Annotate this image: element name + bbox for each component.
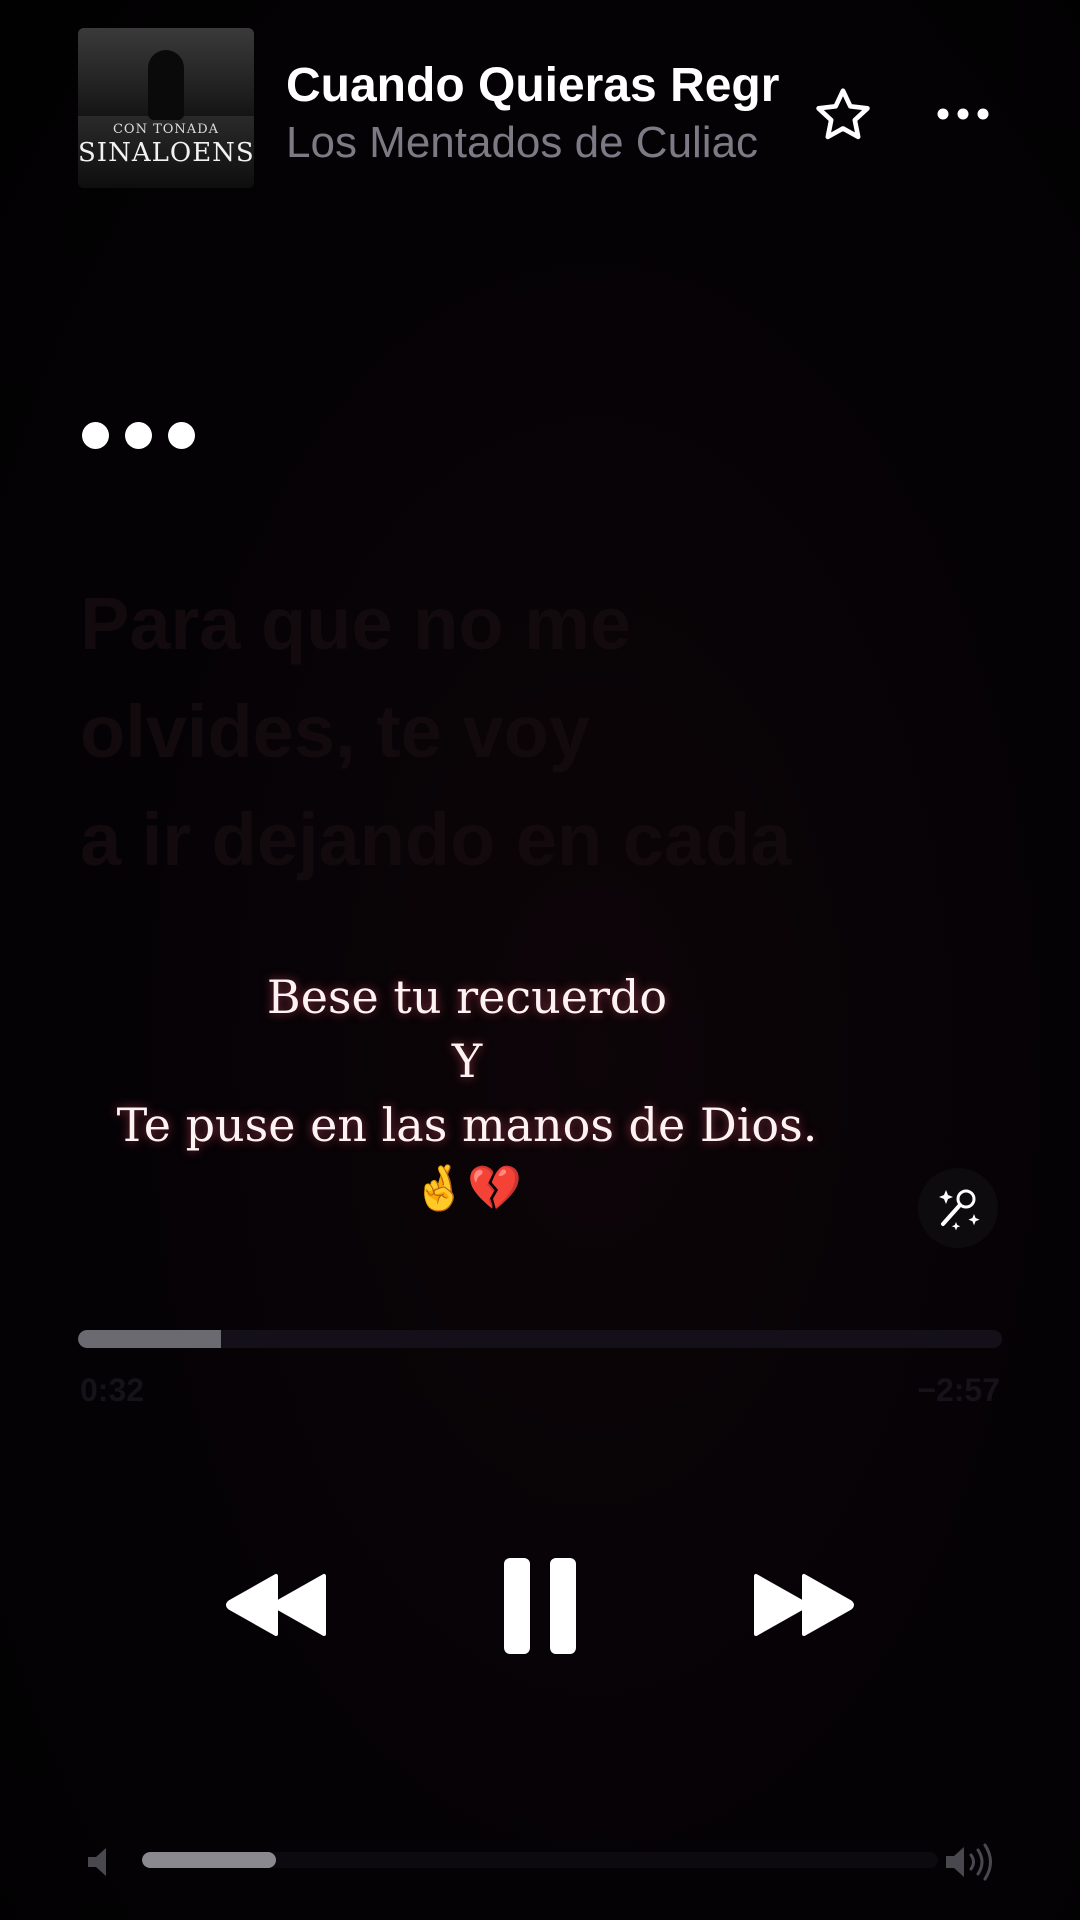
volume-fill [142, 1852, 276, 1868]
remaining-time: −2:57 [917, 1372, 1000, 1408]
rewind-icon [226, 1574, 326, 1636]
caption-line: Bese tu recuerdo [266, 970, 668, 1024]
waiting-dot [168, 422, 195, 449]
star-icon [816, 88, 870, 140]
pause-icon [504, 1558, 576, 1654]
lyric-line[interactable]: olvides, te voy [80, 678, 980, 786]
song-title[interactable]: Cuando Quieras Regr [286, 58, 786, 113]
caption-overlay: Bese tu recuerdo Y Te puse en las manos … [0, 965, 934, 1221]
favorite-button[interactable] [812, 84, 874, 146]
playback-progress-fill [78, 1330, 222, 1348]
waiting-dot [82, 422, 109, 449]
playback-scrubber[interactable] [78, 1330, 1002, 1348]
upcoming-lyrics[interactable]: Para que no me olvides, te voy a ir deja… [80, 570, 980, 894]
sparkle-microphone-icon [939, 1189, 980, 1231]
volume-low-indicator [84, 1844, 120, 1880]
volume-high-indicator [944, 1840, 1000, 1884]
volume-slider[interactable] [142, 1852, 938, 1868]
caption-line: Te puse en las manos de Dios. [116, 1098, 818, 1152]
speaker-high-icon [946, 1843, 992, 1881]
now-playing-screen: CON TONADA SINALOENSE Cuando Quieras Reg… [0, 0, 1080, 1920]
waiting-dot [125, 422, 152, 449]
artwork-figure [148, 50, 184, 120]
fast-forward-icon [754, 1574, 854, 1636]
lyrics-sing-button[interactable] [918, 1168, 998, 1248]
lyric-line[interactable]: Para que no me [80, 570, 980, 678]
speaker-low-icon [88, 1848, 106, 1876]
lyrics-waiting-dots [82, 422, 212, 452]
ellipsis-icon [937, 108, 989, 120]
caption-line: Y [451, 1034, 483, 1088]
pause-button[interactable] [500, 1556, 580, 1656]
artwork-text-top: CON TONADA [112, 122, 219, 137]
artwork-text-main: SINALOENSE [78, 138, 254, 168]
elapsed-time: 0:32 [80, 1372, 145, 1408]
lyric-line[interactable]: a ir dejando en cada [80, 786, 980, 894]
previous-button[interactable] [226, 1570, 330, 1640]
next-button[interactable] [750, 1570, 854, 1640]
more-options-button[interactable] [932, 92, 994, 136]
song-artist[interactable]: Los Mentados de Culiac [286, 118, 782, 168]
caption-emoji: 🤞💔 [412, 1163, 522, 1214]
album-artwork[interactable]: CON TONADA SINALOENSE [78, 28, 254, 188]
